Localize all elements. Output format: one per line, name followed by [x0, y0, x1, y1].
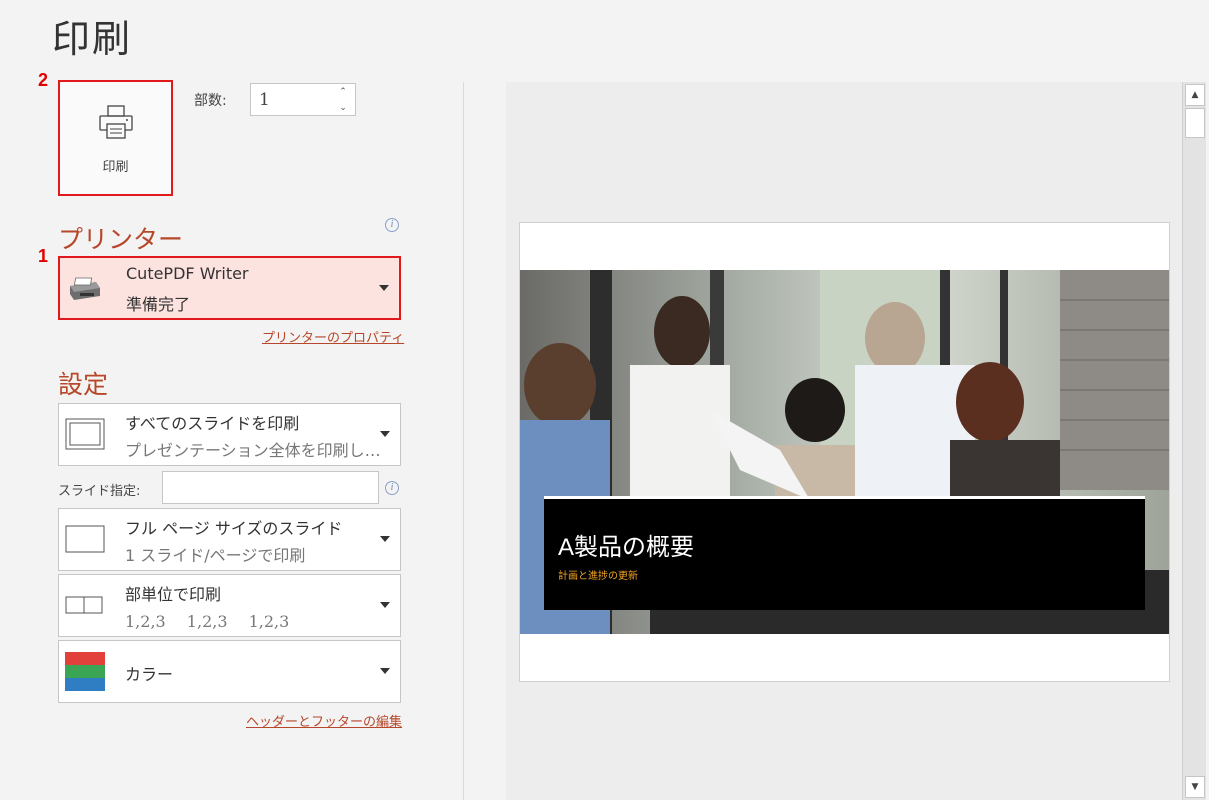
chevron-up-icon[interactable]: ⌃ [339, 87, 347, 97]
slides-input[interactable] [162, 471, 379, 504]
slides-label: スライド指定: [58, 484, 141, 499]
slide-title: A製品の概要 [558, 534, 695, 561]
printer-device-icon [66, 276, 102, 306]
panel-divider [463, 82, 464, 800]
scroll-thumb[interactable] [1185, 108, 1205, 138]
layout-subtitle: 1 スライド/ページで印刷 [125, 546, 306, 565]
print-button[interactable]: 印刷 [58, 80, 173, 196]
dropdown-caret-icon [380, 602, 390, 608]
settings-section-title: 設定 [58, 370, 109, 399]
copies-stepper[interactable]: ⌃ ⌄ [250, 83, 356, 116]
scroll-down-icon[interactable]: ▼ [1185, 776, 1205, 798]
print-range-title: すべてのスライドを印刷 [125, 414, 300, 433]
copies-spinner[interactable]: ⌃ ⌄ [337, 87, 349, 113]
print-button-label: 印刷 [102, 159, 129, 175]
dropdown-caret-icon [379, 285, 389, 291]
all-slides-icon [65, 418, 105, 454]
color-icon [65, 652, 105, 696]
copies-label: 部数: [194, 93, 227, 109]
printer-dropdown[interactable]: CutePDF Writer 準備完了 [58, 256, 401, 320]
color-dropdown[interactable]: カラー [58, 640, 401, 703]
collate-subtitle: 1,2,3 1,2,3 1,2,3 [125, 612, 290, 631]
header-footer-link[interactable]: ヘッダーとフッターの編集 [246, 711, 402, 730]
print-range-subtitle: プレゼンテーション全体を印刷し… [125, 441, 381, 460]
preview-scrollbar[interactable]: ▲ ▼ [1182, 82, 1206, 800]
printer-properties-link[interactable]: プリンターのプロパティ [262, 327, 404, 346]
scroll-up-icon[interactable]: ▲ [1185, 84, 1205, 106]
collate-title: 部単位で印刷 [125, 585, 222, 604]
layout-title: フル ページ サイズのスライド [125, 519, 343, 538]
slide-subtitle: 計画と進捗の更新 [558, 571, 638, 582]
printer-section-title: プリンター [58, 225, 184, 254]
annotation-step-2: 2 [38, 70, 49, 90]
dropdown-caret-icon [380, 431, 390, 437]
annotation-step-1: 1 [38, 246, 49, 266]
full-page-slide-icon [65, 523, 105, 559]
dropdown-caret-icon [380, 668, 390, 674]
copies-input[interactable] [251, 89, 331, 110]
printer-icon [96, 102, 136, 146]
page-title: 印刷 [52, 17, 133, 61]
dropdown-caret-icon [380, 536, 390, 542]
layout-dropdown[interactable]: フル ページ サイズのスライド 1 スライド/ページで印刷 [58, 508, 401, 571]
info-icon[interactable]: i [385, 218, 399, 232]
collated-icon [65, 595, 105, 619]
color-title: カラー [125, 665, 174, 684]
printer-status: 準備完了 [126, 295, 191, 314]
print-range-dropdown[interactable]: すべてのスライドを印刷 プレゼンテーション全体を印刷し… [58, 403, 401, 466]
info-icon[interactable]: i [385, 481, 399, 495]
collate-dropdown[interactable]: 部単位で印刷 1,2,3 1,2,3 1,2,3 [58, 574, 401, 637]
chevron-down-icon[interactable]: ⌄ [339, 103, 347, 113]
printer-name: CutePDF Writer [126, 264, 249, 283]
